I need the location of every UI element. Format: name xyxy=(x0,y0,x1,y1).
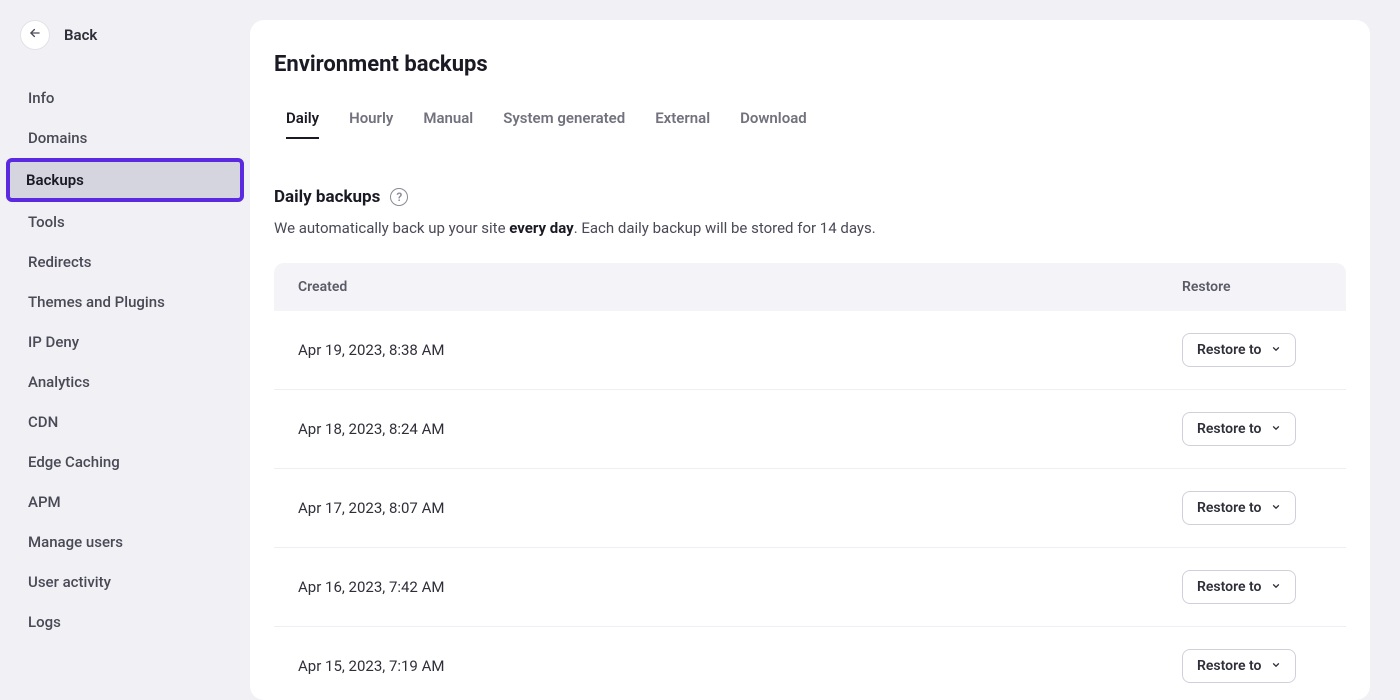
chevron-down-icon xyxy=(1271,342,1281,358)
sidebar-item-backups[interactable]: Backups xyxy=(6,158,244,202)
sidebar-item-label: CDN xyxy=(28,413,58,431)
restore-button-label: Restore to xyxy=(1197,342,1261,358)
restore-button-label: Restore to xyxy=(1197,500,1261,516)
cell-created: Apr 16, 2023, 7:42 AM xyxy=(298,578,1182,596)
tab-hourly[interactable]: Hourly xyxy=(349,103,393,139)
restore-to-button[interactable]: Restore to xyxy=(1182,570,1296,604)
tab-system-generated[interactable]: System generated xyxy=(503,103,625,139)
section-title-row: Daily backups ? xyxy=(274,187,1346,207)
sidebar-item-label: Manage users xyxy=(28,533,123,551)
tab-daily[interactable]: Daily xyxy=(286,103,319,139)
sidebar-item-label: Redirects xyxy=(28,253,92,271)
table-header: Created Restore xyxy=(274,263,1346,311)
table-row: Apr 18, 2023, 8:24 AM Restore to xyxy=(274,390,1346,469)
cell-created: Apr 15, 2023, 7:19 AM xyxy=(298,657,1182,675)
back-button[interactable] xyxy=(20,20,50,50)
sidebar-item-apm[interactable]: APM xyxy=(8,482,242,522)
section-title: Daily backups xyxy=(274,187,380,207)
section-description: We automatically back up your site every… xyxy=(274,219,1346,237)
table-row: Apr 17, 2023, 8:07 AM Restore to xyxy=(274,469,1346,548)
table-row: Apr 15, 2023, 7:19 AM Restore to xyxy=(274,627,1346,700)
sidebar-item-label: Edge Caching xyxy=(28,453,120,471)
sidebar-item-label: Analytics xyxy=(28,373,90,391)
chevron-down-icon xyxy=(1271,421,1281,437)
restore-button-label: Restore to xyxy=(1197,658,1261,674)
sidebar-item-label: Themes and Plugins xyxy=(28,293,165,311)
desc-post: . Each daily backup will be stored for 1… xyxy=(574,219,876,237)
tab-label: Download xyxy=(740,109,807,127)
sidebar-item-edge-caching[interactable]: Edge Caching xyxy=(8,442,242,482)
tabs: Daily Hourly Manual System generated Ext… xyxy=(274,103,1346,139)
chevron-down-icon xyxy=(1271,579,1281,595)
chevron-down-icon xyxy=(1271,658,1281,674)
column-header-created: Created xyxy=(298,279,1182,295)
tab-download[interactable]: Download xyxy=(740,103,807,139)
sidebar-item-ip-deny[interactable]: IP Deny xyxy=(8,322,242,362)
sidebar-item-label: IP Deny xyxy=(28,333,79,351)
tab-label: Manual xyxy=(423,109,473,127)
tab-label: Daily xyxy=(286,109,319,127)
restore-to-button[interactable]: Restore to xyxy=(1182,649,1296,683)
back-row: Back xyxy=(0,20,250,68)
sidebar-item-label: Info xyxy=(28,89,54,107)
nav-list: Info Domains Backups Tools Redirects The… xyxy=(0,68,250,642)
cell-created: Apr 19, 2023, 8:38 AM xyxy=(298,341,1182,359)
sidebar-item-tools[interactable]: Tools xyxy=(8,202,242,242)
tab-external[interactable]: External xyxy=(655,103,710,139)
restore-button-label: Restore to xyxy=(1197,421,1261,437)
sidebar-item-label: Tools xyxy=(28,213,65,231)
sidebar-item-label: User activity xyxy=(28,573,111,591)
restore-button-label: Restore to xyxy=(1197,579,1261,595)
sidebar-item-analytics[interactable]: Analytics xyxy=(8,362,242,402)
main-card: Environment backups Daily Hourly Manual … xyxy=(250,20,1370,700)
sidebar-item-label: Logs xyxy=(28,613,61,631)
sidebar-item-manage-users[interactable]: Manage users xyxy=(8,522,242,562)
back-label: Back xyxy=(64,26,97,44)
cell-created: Apr 18, 2023, 8:24 AM xyxy=(298,420,1182,438)
column-header-restore: Restore xyxy=(1182,279,1322,295)
tab-label: Hourly xyxy=(349,109,393,127)
sidebar-item-label: APM xyxy=(28,493,61,511)
table-row: Apr 19, 2023, 8:38 AM Restore to xyxy=(274,311,1346,390)
tab-manual[interactable]: Manual xyxy=(423,103,473,139)
chevron-down-icon xyxy=(1271,500,1281,516)
desc-pre: We automatically back up your site xyxy=(274,219,509,237)
sidebar-item-label: Domains xyxy=(28,129,87,147)
sidebar-item-info[interactable]: Info xyxy=(8,78,242,118)
backups-table: Created Restore Apr 19, 2023, 8:38 AM Re… xyxy=(274,263,1346,700)
restore-to-button[interactable]: Restore to xyxy=(1182,491,1296,525)
restore-to-button[interactable]: Restore to xyxy=(1182,333,1296,367)
tab-label: External xyxy=(655,109,710,127)
restore-to-button[interactable]: Restore to xyxy=(1182,412,1296,446)
sidebar-item-domains[interactable]: Domains xyxy=(8,118,242,158)
sidebar-item-themes-plugins[interactable]: Themes and Plugins xyxy=(8,282,242,322)
sidebar: Back Info Domains Backups Tools Redirect… xyxy=(0,0,250,700)
sidebar-item-redirects[interactable]: Redirects xyxy=(8,242,242,282)
arrow-left-icon xyxy=(28,26,42,44)
desc-bold: every day xyxy=(509,219,573,237)
table-row: Apr 16, 2023, 7:42 AM Restore to xyxy=(274,548,1346,627)
sidebar-item-logs[interactable]: Logs xyxy=(8,602,242,642)
sidebar-item-cdn[interactable]: CDN xyxy=(8,402,242,442)
page-title: Environment backups xyxy=(274,52,1346,77)
sidebar-item-label: Backups xyxy=(26,171,84,189)
sidebar-item-user-activity[interactable]: User activity xyxy=(8,562,242,602)
help-icon[interactable]: ? xyxy=(390,188,408,206)
cell-created: Apr 17, 2023, 8:07 AM xyxy=(298,499,1182,517)
tab-label: System generated xyxy=(503,109,625,127)
